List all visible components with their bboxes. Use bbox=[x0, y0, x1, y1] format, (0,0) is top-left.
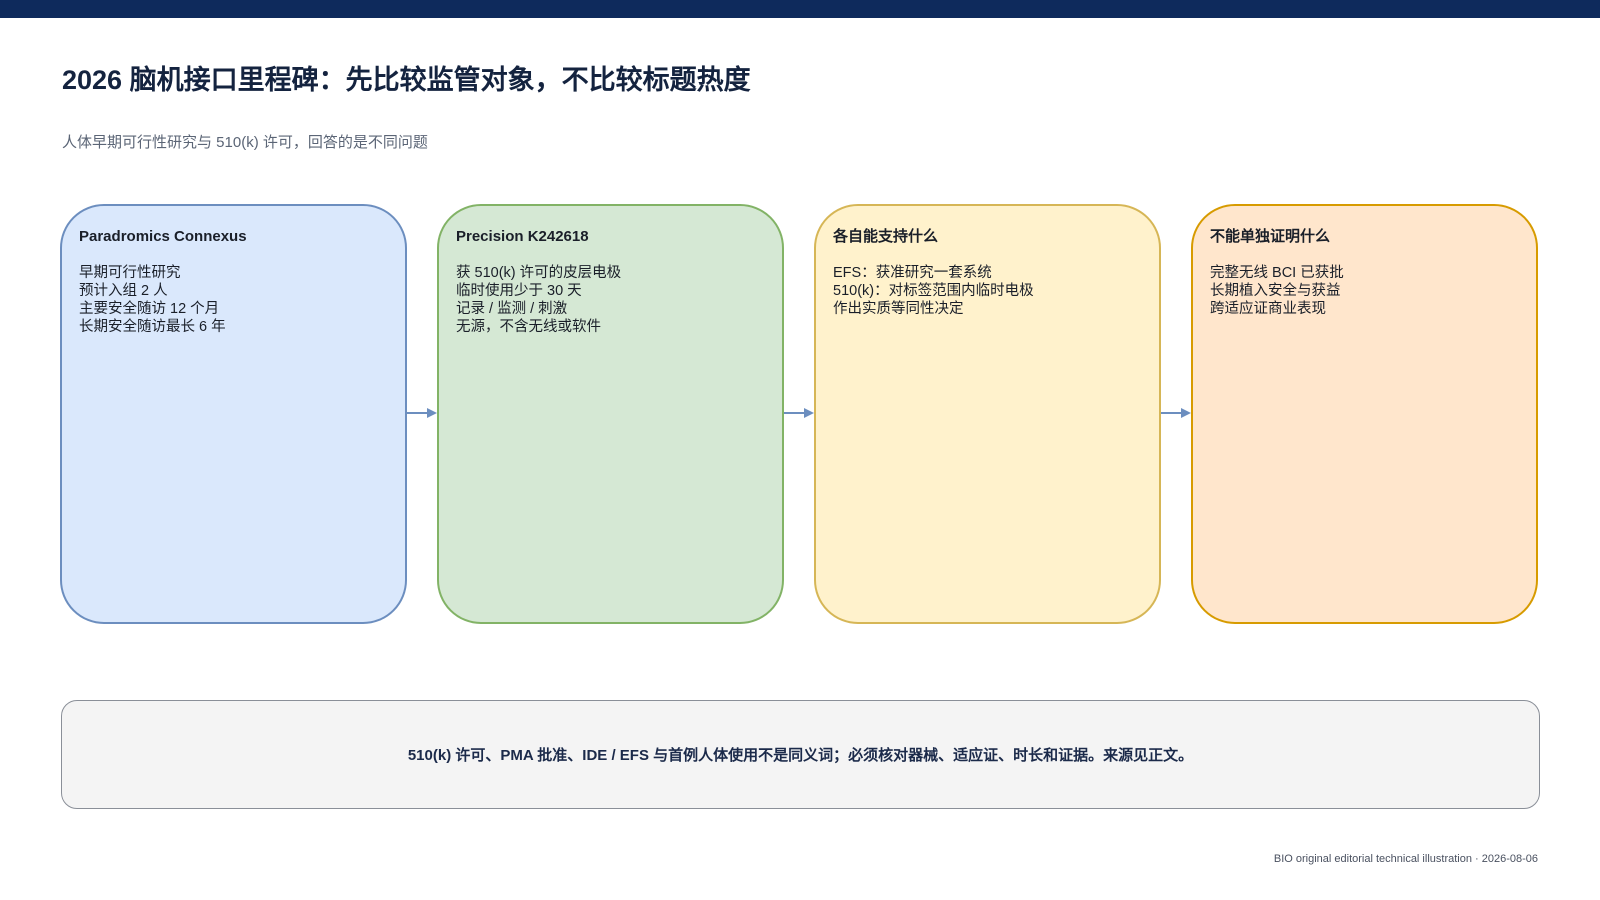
card-line: 预计入组 2 人 bbox=[79, 283, 168, 299]
top-accent-bar bbox=[0, 0, 1600, 18]
page-subtitle: 人体早期可行性研究与 510(k) 许可，回答的是不同问题 bbox=[62, 134, 428, 151]
card-line: 主要安全随访 12 个月 bbox=[79, 301, 220, 317]
card-lines: EFS：获准研究一套系统 510(k)：对标签范围内临时电极 作出实质等同性决定 bbox=[833, 264, 1142, 318]
card-line: 早期可行性研究 bbox=[79, 265, 181, 281]
connector-arrow-2 bbox=[784, 408, 814, 418]
card-title: Precision K242618 bbox=[456, 228, 589, 245]
card-lines: 完整无线 BCI 已获批 长期植入安全与获益 跨适应证商业表现 bbox=[1210, 264, 1519, 318]
card-line: 无源，不含无线或软件 bbox=[456, 319, 601, 335]
card-lines: 获 510(k) 许可的皮层电极 临时使用少于 30 天 记录 / 监测 / 刺… bbox=[456, 264, 765, 336]
card-line: 临时使用少于 30 天 bbox=[456, 283, 582, 299]
card-line: EFS：获准研究一套系统 bbox=[833, 265, 992, 281]
card-title: 不能单独证明什么 bbox=[1210, 228, 1331, 245]
card-line: 510(k)：对标签范围内临时电极 bbox=[833, 283, 1034, 299]
card-line: 长期安全随访最长 6 年 bbox=[79, 319, 226, 335]
card-line: 作出实质等同性决定 bbox=[833, 301, 964, 317]
summary-note-text: 510(k) 许可、PMA 批准、IDE / EFS 与首例人体使用不是同义词；… bbox=[407, 747, 1194, 764]
connector-arrow-3 bbox=[1161, 408, 1191, 418]
card-line: 长期植入安全与获益 bbox=[1210, 283, 1341, 299]
card-line: 记录 / 监测 / 刺激 bbox=[456, 301, 568, 317]
card-line: 完整无线 BCI 已获批 bbox=[1210, 265, 1344, 281]
card-what-each-supports: 各自能支持什么 EFS：获准研究一套系统 510(k)：对标签范围内临时电极 作… bbox=[814, 204, 1161, 624]
footer-credit: BIO original editorial technical illustr… bbox=[1273, 853, 1538, 865]
card-paradromics-connexus: Paradromics Connexus 早期可行性研究 预计入组 2 人 主要… bbox=[60, 204, 407, 624]
page-title: 2026 脑机接口里程碑：先比较监管对象，不比较标题热度 bbox=[62, 65, 751, 95]
card-title: Paradromics Connexus bbox=[79, 228, 247, 245]
card-lines: 早期可行性研究 预计入组 2 人 主要安全随访 12 个月 长期安全随访最长 6… bbox=[79, 264, 388, 336]
card-line: 获 510(k) 许可的皮层电极 bbox=[456, 265, 622, 281]
card-cannot-prove-alone: 不能单独证明什么 完整无线 BCI 已获批 长期植入安全与获益 跨适应证商业表现 bbox=[1191, 204, 1538, 624]
card-precision-k242618: Precision K242618 获 510(k) 许可的皮层电极 临时使用少… bbox=[437, 204, 784, 624]
card-title: 各自能支持什么 bbox=[833, 228, 939, 245]
connector-arrow-1 bbox=[407, 408, 437, 418]
summary-note-box: 510(k) 许可、PMA 批准、IDE / EFS 与首例人体使用不是同义词；… bbox=[61, 700, 1540, 809]
card-line: 跨适应证商业表现 bbox=[1210, 301, 1326, 317]
